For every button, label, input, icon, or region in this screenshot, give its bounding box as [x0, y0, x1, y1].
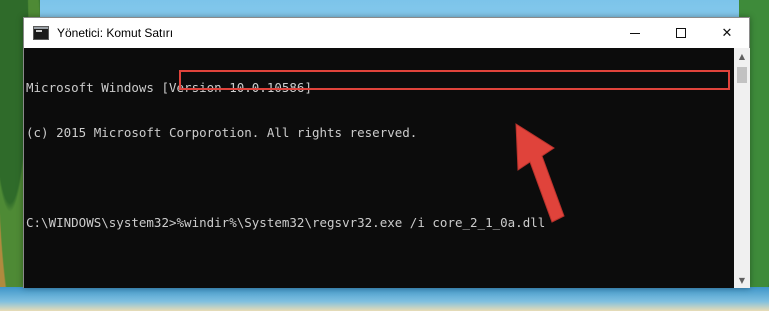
- maximize-icon: [676, 28, 686, 38]
- title-bar[interactable]: Yönetici: Komut Satırı ✕: [24, 18, 749, 48]
- close-icon: ✕: [721, 25, 733, 41]
- minimize-icon: [630, 32, 640, 34]
- console-command: %windir%\System32\regsvr32.exe /i core_2…: [176, 215, 546, 230]
- scroll-down-button[interactable]: ▼: [734, 272, 750, 288]
- command-line[interactable]: C:\WINDOWS\system32>%windir%\System32\re…: [26, 215, 734, 230]
- cmd-app-icon[interactable]: [33, 26, 49, 40]
- annotation-arrow-icon: [515, 123, 565, 223]
- console-line: (c) 2015 Microsoft Corporotion. All righ…: [26, 125, 418, 140]
- chevron-down-icon: ▼: [738, 275, 746, 285]
- window-title: Yönetici: Komut Satırı: [57, 26, 174, 40]
- command-highlight-box: [179, 70, 730, 90]
- command-prompt-window: Yönetici: Komut Satırı ✕ Microsoft Windo…: [23, 17, 750, 288]
- chevron-up-icon: ▲: [738, 51, 746, 61]
- desktop-background-bottom: [0, 287, 769, 311]
- vertical-scrollbar[interactable]: ▲ ▼: [734, 48, 750, 288]
- maximize-button[interactable]: [658, 18, 704, 48]
- close-button[interactable]: ✕: [704, 18, 750, 48]
- scroll-up-button[interactable]: ▲: [734, 48, 750, 64]
- minimize-button[interactable]: [612, 18, 658, 48]
- console-prompt: C:\WINDOWS\system32>: [26, 215, 177, 230]
- scroll-thumb[interactable]: [737, 67, 747, 83]
